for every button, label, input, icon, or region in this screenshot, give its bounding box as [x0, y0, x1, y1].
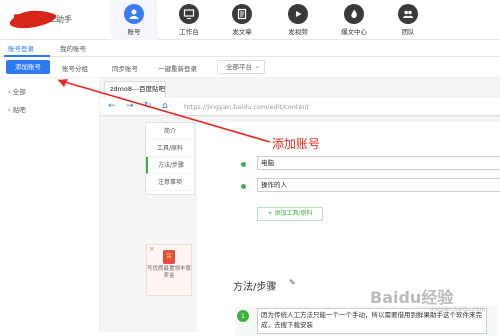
- account-group-button[interactable]: 账号分组: [62, 63, 88, 73]
- watermark: Baidu经验: [370, 288, 454, 307]
- menu-item-intro[interactable]: 简介: [146, 123, 194, 140]
- forward-icon[interactable]: →: [126, 101, 134, 111]
- address-bar: ← → ↻ ⌂ https://jingyan.baidu.com/edit/c…: [100, 98, 500, 116]
- red-envelope-icon: 奖: [163, 250, 175, 264]
- step-number: 1: [237, 310, 249, 322]
- nav-workbench[interactable]: 工作台: [165, 0, 213, 40]
- tab-account-login[interactable]: 账号登录: [8, 43, 34, 53]
- nav-team[interactable]: 团队: [384, 0, 432, 40]
- browser-tab-bar: zdmo8---百度贴吧: [100, 78, 500, 98]
- hot-article-icon: [344, 4, 364, 24]
- chevron-right-icon: ›: [8, 88, 11, 96]
- sidebar: › 全部 › 贴吧: [0, 78, 100, 332]
- nav-article[interactable]: 发文章: [218, 0, 266, 40]
- nav-account-label: 账号: [127, 28, 141, 36]
- article-content: 电脑 操作的人 + 添加工具/原料 方法/步骤 ✎ 1 因为传统人工方法只能一个…: [197, 122, 500, 336]
- home-icon[interactable]: ⌂: [162, 101, 168, 111]
- top-bar: 二助手 账号 工作台 发文章 发视频 爆文中心 团队: [0, 0, 500, 40]
- reward-ad[interactable]: × 奖 写优质最置领丰厚奖金: [146, 244, 192, 296]
- platform-select-value: 全部平台: [226, 63, 252, 71]
- bullet-icon: [241, 162, 246, 167]
- tool-field-2[interactable]: 操作的人: [257, 178, 500, 192]
- reward-ad-text: 写优质最置领丰厚奖金: [147, 266, 192, 279]
- pencil-icon[interactable]: ✎: [289, 278, 296, 287]
- menu-item-notes[interactable]: 注意事项: [146, 174, 194, 191]
- platform-select[interactable]: 全部平台 ⌄: [217, 60, 265, 74]
- article-icon: [232, 4, 252, 24]
- nav-article-label: 发文章: [232, 28, 252, 36]
- nav-account[interactable]: 账号: [110, 0, 158, 40]
- chevron-down-icon: ⌄: [254, 63, 260, 70]
- close-icon[interactable]: ×: [149, 245, 155, 253]
- menu-item-steps[interactable]: 方法/步骤: [146, 157, 194, 174]
- sidebar-item-tieba-label: 贴吧: [12, 106, 26, 114]
- sidebar-item-all-label: 全部: [12, 88, 26, 96]
- bullet-icon: [241, 184, 246, 189]
- user-icon: [124, 4, 144, 24]
- toolbar: 添加账号 账号分组 同步账号 一键重新登录 全部平台 ⌄: [0, 57, 500, 78]
- annotation-label: 添加账号: [272, 137, 321, 151]
- browser-tab[interactable]: zdmo8---百度贴吧: [104, 81, 166, 98]
- refresh-icon[interactable]: ↻: [144, 101, 152, 111]
- nav-team-label: 团队: [401, 28, 415, 36]
- account-tabs: 账号登录 我的账号: [0, 40, 500, 57]
- tab-my-accounts[interactable]: 我的账号: [60, 43, 86, 53]
- chevron-right-icon: ›: [8, 106, 11, 114]
- sync-accounts-button[interactable]: 同步账号: [112, 63, 138, 73]
- nav-video-label: 发视频: [288, 28, 308, 36]
- sidebar-item-all[interactable]: › 全部: [8, 86, 26, 96]
- add-tool-button[interactable]: + 添加工具/原料: [257, 207, 323, 221]
- sidebar-item-tieba[interactable]: › 贴吧: [8, 104, 26, 114]
- video-icon: [288, 4, 308, 24]
- menu-item-tools[interactable]: 工具/原料: [146, 140, 194, 157]
- desktop-icon: [179, 4, 199, 24]
- relogin-all-button[interactable]: 一键重新登录: [158, 63, 197, 73]
- add-account-button[interactable]: 添加账号: [6, 60, 50, 74]
- app-logo-text: 二助手: [48, 15, 72, 24]
- back-icon[interactable]: ←: [108, 101, 116, 111]
- watermark-url: jingyan.baidu.com: [430, 306, 486, 313]
- nav-video[interactable]: 发视频: [274, 0, 322, 40]
- tool-field-1[interactable]: 电脑: [257, 156, 500, 170]
- nav-hot-articles[interactable]: 爆文中心: [330, 0, 378, 40]
- url-field[interactable]: https://jingyan.baidu.com/edit/content: [184, 103, 309, 111]
- team-icon: [398, 4, 418, 24]
- nav-workbench-label: 工作台: [179, 28, 199, 36]
- nav-hot-articles-label: 爆文中心: [341, 28, 367, 36]
- steps-heading: 方法/步骤: [233, 282, 277, 293]
- section-menu: 简介 工具/原料 方法/步骤 注意事项: [145, 122, 195, 195]
